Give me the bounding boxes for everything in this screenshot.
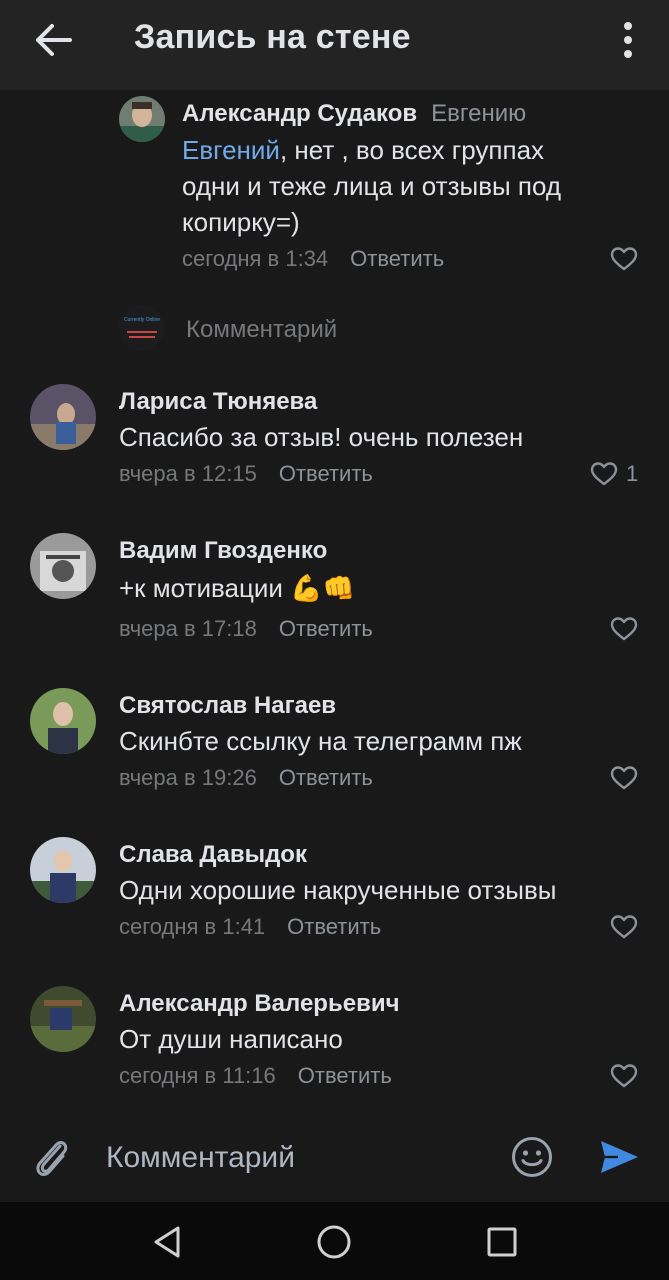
avatar-logo-text: Currently Online bbox=[124, 317, 160, 323]
comments-list: Александр Судаков Евгению Евгений, нет , … bbox=[0, 90, 669, 1112]
comment-time: сегодня в 1:34 bbox=[182, 246, 329, 271]
comment-text: Одни хорошие накрученные отзывы bbox=[119, 875, 557, 905]
comment-time: сегодня в 1:41 bbox=[119, 914, 266, 939]
comment-meta: вчера в 12:15 Ответить bbox=[119, 461, 373, 487]
system-home-button[interactable] bbox=[316, 1224, 352, 1260]
comment-time: вчера в 12:15 bbox=[119, 461, 257, 486]
comment-meta: сегодня в 1:34 Ответить bbox=[182, 246, 444, 272]
comment-text: Спасибо за отзыв! очень полезен bbox=[119, 422, 524, 452]
emoji-button[interactable] bbox=[510, 1135, 554, 1179]
avatar[interactable] bbox=[30, 384, 96, 450]
comment-author[interactable]: Лариса Тюняева bbox=[119, 388, 317, 416]
avatar[interactable] bbox=[30, 688, 96, 754]
triangle-back-icon bbox=[154, 1226, 180, 1258]
comment-author[interactable]: Святослав Нагаев bbox=[119, 692, 336, 720]
avatar[interactable] bbox=[119, 96, 165, 142]
system-recents-button[interactable] bbox=[486, 1226, 518, 1258]
reply-button[interactable]: Ответить bbox=[287, 914, 381, 939]
comment-text: Скинбте ссылку на телеграмм пж bbox=[119, 726, 522, 756]
system-back-button[interactable] bbox=[148, 1222, 188, 1262]
back-button[interactable] bbox=[30, 20, 78, 60]
comment-text-part: , нет , во всех группах bbox=[279, 135, 545, 165]
comment-time: вчера в 19:26 bbox=[119, 765, 257, 790]
more-options-button[interactable] bbox=[610, 18, 646, 62]
like-button[interactable] bbox=[610, 914, 638, 940]
page-title: Запись на стене bbox=[134, 18, 411, 56]
comment-text: +к мотивации 💪👊 bbox=[119, 573, 355, 603]
comment-input[interactable] bbox=[106, 1136, 486, 1180]
heart-outline-icon bbox=[610, 247, 638, 271]
comment-time: сегодня в 11:16 bbox=[119, 1063, 276, 1088]
comment-text-line: одни и теже лица и отзывы под bbox=[182, 171, 562, 201]
send-arrow-icon bbox=[601, 1141, 638, 1173]
system-navigation-bar bbox=[0, 1202, 669, 1280]
comment-meta: сегодня в 1:41 Ответить bbox=[119, 914, 381, 940]
top-app-bar: Запись на стене bbox=[0, 0, 669, 90]
reply-button[interactable]: Ответить bbox=[298, 1063, 392, 1088]
comment-author[interactable]: Вадим Гвозденко bbox=[119, 537, 327, 565]
reply-button[interactable]: Ответить bbox=[279, 616, 373, 641]
comment-author[interactable]: Александр Судаков Евгению bbox=[182, 100, 526, 128]
arrow-left-icon bbox=[36, 24, 72, 56]
like-button[interactable] bbox=[610, 246, 638, 272]
comment-text: От души написано bbox=[119, 1024, 343, 1054]
avatar[interactable] bbox=[30, 533, 96, 599]
send-button[interactable] bbox=[598, 1136, 640, 1178]
reply-button[interactable]: Ответить bbox=[279, 765, 373, 790]
heart-outline-icon bbox=[590, 462, 618, 486]
like-button[interactable] bbox=[610, 1063, 638, 1089]
comment-composer bbox=[0, 1112, 669, 1202]
avatar[interactable] bbox=[30, 837, 96, 903]
like-count: 1 bbox=[626, 461, 639, 486]
square-recents-icon bbox=[487, 1227, 517, 1257]
inline-comment-field[interactable]: Комментарий bbox=[186, 316, 337, 344]
heart-outline-icon bbox=[610, 617, 638, 641]
comment-meta: вчера в 19:26 Ответить bbox=[119, 765, 373, 791]
comment-time: вчера в 17:18 bbox=[119, 616, 257, 641]
mention-link[interactable]: Евгений bbox=[182, 135, 280, 165]
smiley-icon bbox=[512, 1137, 552, 1177]
heart-outline-icon bbox=[610, 1064, 638, 1088]
reply-to-label: Евгению bbox=[431, 100, 527, 127]
like-button[interactable]: 1 bbox=[590, 461, 638, 487]
attach-button[interactable] bbox=[30, 1132, 74, 1182]
vertical-dots-icon bbox=[624, 22, 632, 58]
comment-author[interactable]: Александр Валерьевич bbox=[119, 990, 400, 1018]
heart-outline-icon bbox=[610, 766, 638, 790]
comment-author[interactable]: Слава Давыдок bbox=[119, 841, 307, 869]
circle-home-icon bbox=[317, 1225, 351, 1259]
avatar[interactable] bbox=[30, 986, 96, 1052]
paperclip-icon bbox=[36, 1141, 68, 1177]
current-user-avatar: Currently Online bbox=[119, 305, 165, 351]
heart-outline-icon bbox=[610, 915, 638, 939]
like-button[interactable] bbox=[610, 616, 638, 642]
comment-meta: сегодня в 11:16 Ответить bbox=[119, 1063, 392, 1089]
comment-meta: вчера в 17:18 Ответить bbox=[119, 616, 373, 642]
reply-button[interactable]: Ответить bbox=[279, 461, 373, 486]
like-button[interactable] bbox=[610, 765, 638, 791]
comment-text-line: копирку=) bbox=[182, 207, 300, 237]
comment-text: Евгений, нет , во всех группах bbox=[182, 132, 544, 168]
author-name[interactable]: Александр Судаков bbox=[182, 100, 417, 127]
reply-button[interactable]: Ответить bbox=[350, 246, 444, 271]
